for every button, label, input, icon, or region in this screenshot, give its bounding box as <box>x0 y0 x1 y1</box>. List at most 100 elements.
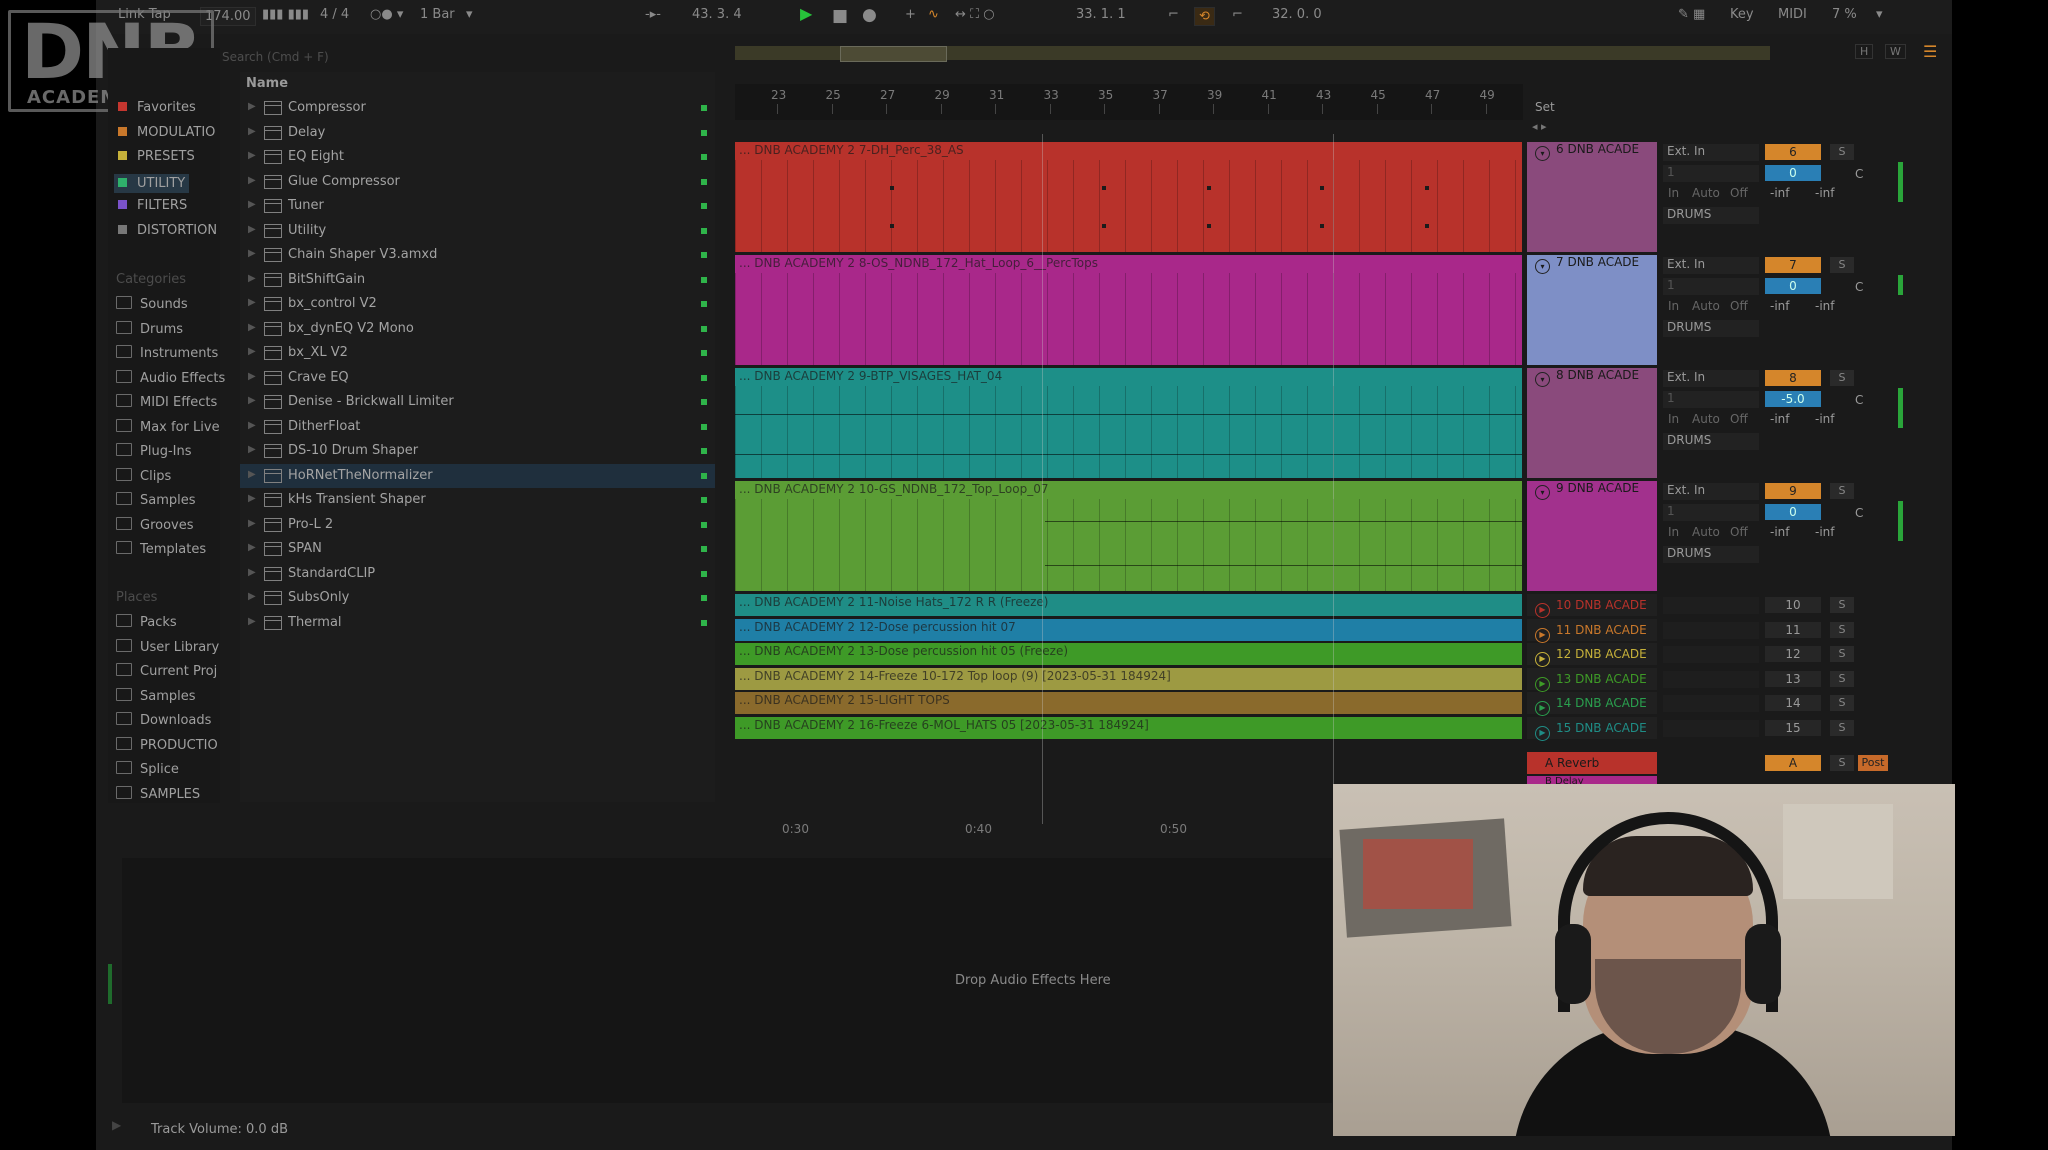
place-productio[interactable]: PRODUCTIO <box>116 736 218 753</box>
expand-arrow-icon[interactable]: ▶ <box>248 126 256 137</box>
place-current-proj[interactable]: Current Proj <box>116 663 217 679</box>
post-button[interactable]: Post <box>1858 755 1888 771</box>
monitor-in-button[interactable]: In <box>1668 525 1679 539</box>
send-b-value[interactable]: -inf <box>1815 412 1835 426</box>
browser-item[interactable]: ▶ bx_XL V2 <box>240 341 715 365</box>
expand-arrow-icon[interactable]: ▶ <box>248 444 256 455</box>
overview-viewport[interactable] <box>840 46 947 62</box>
category-audio-effects[interactable]: Audio Effects <box>116 369 225 386</box>
browser-item[interactable]: ▶ SPAN <box>240 537 715 561</box>
track-play-icon[interactable]: ▶ <box>1535 603 1550 618</box>
collection-favorites[interactable]: Favorites <box>118 100 196 115</box>
play-button[interactable]: ▶ <box>800 4 812 23</box>
category-grooves[interactable]: Grooves <box>116 516 194 533</box>
expand-arrow-icon[interactable]: ▶ <box>248 469 256 480</box>
monitor-auto-button[interactable]: Auto <box>1692 186 1720 200</box>
track-lane[interactable]: ... DNB ACADEMY 2 10-GS_NDNB_172_Top_Loo… <box>735 481 1522 591</box>
loop-start-field[interactable]: 33. 1. 1 <box>1076 7 1126 22</box>
monitor-in-button[interactable]: In <box>1668 299 1679 313</box>
monitor-auto-button[interactable]: Auto <box>1692 525 1720 539</box>
expand-arrow-icon[interactable]: ▶ <box>248 101 256 112</box>
track-header[interactable]: ▶ 12 DNB ACADE <box>1527 643 1657 667</box>
category-templates[interactable]: Templates <box>116 541 206 557</box>
browser-item[interactable]: ▶ StandardCLIP <box>240 562 715 586</box>
quantize-chevron-icon[interactable]: ▾ <box>466 7 473 22</box>
time-signature-field[interactable]: 4 / 4 <box>320 7 349 22</box>
browser-item[interactable]: ▶ Thermal <box>240 611 715 635</box>
place-samples[interactable]: Samples <box>116 687 196 704</box>
pan-center[interactable]: C <box>1855 167 1863 181</box>
expand-arrow-icon[interactable]: ▶ <box>248 493 256 504</box>
browser-item[interactable]: ▶ DS-10 Drum Shaper <box>240 439 715 463</box>
back-to-arrangement-icon[interactable]: ↔ ⛶ ○ <box>955 7 995 22</box>
punch-out-icon[interactable]: ⌐ <box>1232 7 1243 22</box>
monitor-off-button[interactable]: Off <box>1730 299 1748 313</box>
browser-item[interactable]: ▶ Crave EQ <box>240 366 715 390</box>
track-lane[interactable]: ... DNB ACADEMY 2 9-BTP_VISAGES_HAT_04 <box>735 368 1522 478</box>
track-lane[interactable]: ... DNB ACADEMY 2 7-DH_Perc_38_AS <box>735 142 1522 252</box>
collection-filters[interactable]: FILTERS <box>118 198 187 213</box>
track-header[interactable]: ▾ 8 DNB ACADE <box>1527 368 1657 478</box>
track-io-slot[interactable] <box>1663 695 1759 712</box>
solo-button[interactable]: S <box>1830 144 1854 160</box>
expand-arrow-icon[interactable]: ▶ <box>248 371 256 382</box>
quantize-menu[interactable]: 1 Bar <box>420 7 455 22</box>
volume-field[interactable]: 0 <box>1765 504 1821 520</box>
draw-mode-icon[interactable]: ✎ ▦ <box>1678 7 1705 22</box>
track-play-icon[interactable]: ▶ <box>1535 652 1550 667</box>
track-lane[interactable]: ... DNB ACADEMY 2 14-Freeze 10-172 Top l… <box>735 667 1522 690</box>
track-io-slot[interactable] <box>1663 597 1759 614</box>
volume-field[interactable]: 0 <box>1765 278 1821 294</box>
place-packs[interactable]: Packs <box>116 614 177 630</box>
monitor-in-button[interactable]: In <box>1668 186 1679 200</box>
volume-field[interactable]: -5.0 <box>1765 391 1821 407</box>
input-type-select[interactable]: Ext. In <box>1663 370 1759 387</box>
expand-arrow-icon[interactable]: ▶ <box>248 346 256 357</box>
monitor-auto-button[interactable]: Auto <box>1692 299 1720 313</box>
monitor-auto-button[interactable]: Auto <box>1692 412 1720 426</box>
cpu-chevron-icon[interactable]: ▾ <box>1876 7 1883 22</box>
monitor-in-button[interactable]: In <box>1668 412 1679 426</box>
place-user-library[interactable]: User Library <box>116 638 219 655</box>
track-fold-icon[interactable]: ▾ <box>1535 259 1550 274</box>
browser-item[interactable]: ▶ Tuner <box>240 194 715 218</box>
send-a-value[interactable]: -inf <box>1770 412 1790 426</box>
category-sounds[interactable]: Sounds <box>116 296 188 312</box>
h-toggle[interactable]: H <box>1855 44 1874 59</box>
expand-arrow-icon[interactable]: ▶ <box>248 616 256 627</box>
solo-button[interactable]: S <box>1830 755 1854 771</box>
send-a-value[interactable]: -inf <box>1770 299 1790 313</box>
browser-item[interactable]: ▶ Denise - Brickwall Limiter <box>240 390 715 414</box>
solo-button[interactable]: S <box>1830 597 1854 613</box>
browser-item[interactable]: ▶ SubsOnly <box>240 586 715 610</box>
track-play-icon[interactable]: ▶ <box>1535 627 1550 643</box>
track-fold-icon[interactable]: ▾ <box>1535 372 1550 387</box>
track-header[interactable]: ▶ 14 DNB ACADE <box>1527 692 1657 716</box>
solo-button[interactable]: S <box>1830 719 1854 736</box>
track-io-slot[interactable] <box>1663 670 1759 688</box>
expand-arrow-icon[interactable]: ▶ <box>248 420 256 431</box>
track-fold-icon[interactable]: ▾ <box>1535 485 1550 500</box>
browser-item[interactable]: ▶ Glue Compressor <box>240 170 715 194</box>
browser-item[interactable]: ▶ HoRNetTheNormalizer <box>240 463 715 488</box>
collection-modulatio[interactable]: MODULATIO <box>118 125 215 140</box>
stop-button[interactable]: ■ <box>832 6 848 26</box>
expand-arrow-icon[interactable]: ▶ <box>248 518 256 529</box>
expand-arrow-icon[interactable]: ▶ <box>248 542 256 553</box>
follow-icon[interactable]: ○● ▾ <box>370 7 403 22</box>
pan-center[interactable]: C <box>1855 280 1863 294</box>
monitor-off-button[interactable]: Off <box>1730 186 1748 200</box>
place-splice[interactable]: Splice <box>116 761 179 777</box>
expand-arrow-icon[interactable]: ▶ <box>248 150 256 161</box>
expand-arrow-icon[interactable]: ▶ <box>248 297 256 308</box>
track-lane[interactable]: ... DNB ACADEMY 2 12-Dose percussion hit… <box>735 618 1522 641</box>
browser-item[interactable]: ▶ Chain Shaper V3.amxd <box>240 243 715 267</box>
category-plug-ins[interactable]: Plug-Ins <box>116 443 191 459</box>
volume-field[interactable]: 0 <box>1765 165 1821 181</box>
menu-icon[interactable]: ☰ <box>1923 42 1937 61</box>
track-header[interactable]: ▶ 13 DNB ACADE <box>1527 667 1657 692</box>
input-channel-select[interactable]: 1 <box>1663 391 1759 408</box>
track-lane[interactable]: ... DNB ACADEMY 2 8-OS_NDNB_172_Hat_Loop… <box>735 255 1522 365</box>
category-max-for-live[interactable]: Max for Live <box>116 418 220 435</box>
output-select[interactable]: DRUMS <box>1663 320 1759 337</box>
